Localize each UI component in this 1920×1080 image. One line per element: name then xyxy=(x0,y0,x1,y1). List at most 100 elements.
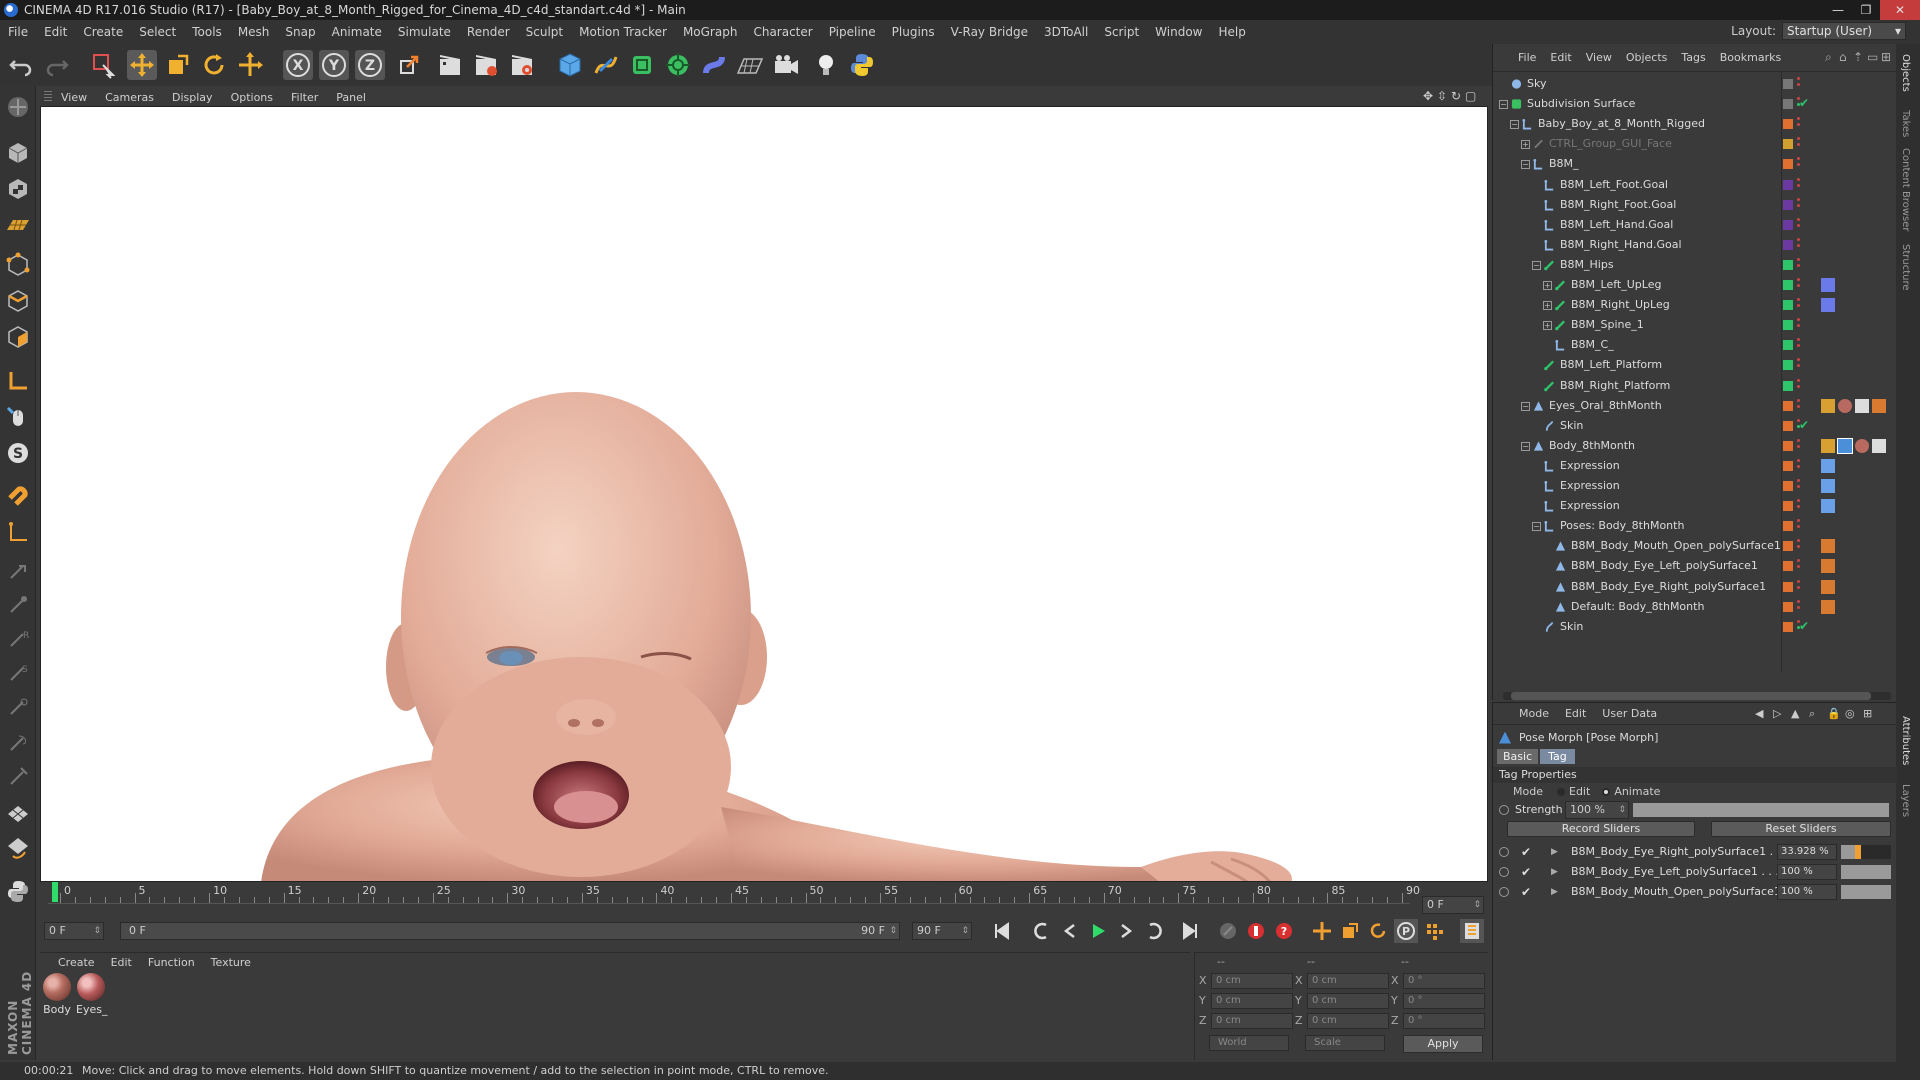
visibility-dots-icon[interactable] xyxy=(1797,358,1801,372)
morph-slider-row[interactable]: ✔ ▶ B8M_Body_Eye_Left_polySurface1 . . . .… xyxy=(1493,863,1897,881)
ik-tag-icon[interactable] xyxy=(1821,298,1835,313)
search-icon[interactable]: ⌕ xyxy=(1809,707,1815,721)
menu-select[interactable]: Select xyxy=(131,25,184,39)
menu-create[interactable]: Create xyxy=(75,25,131,39)
expand-toggle-icon[interactable]: − xyxy=(1521,401,1530,411)
tab-objects[interactable]: Objects xyxy=(1900,54,1911,92)
end-frame-field[interactable]: 90 F xyxy=(912,922,972,940)
mesh-select-icon[interactable] xyxy=(3,798,33,828)
live-selection-icon[interactable] xyxy=(88,50,118,80)
xpresso-tag-icon[interactable] xyxy=(1821,458,1835,473)
layer-color-swatch[interactable] xyxy=(1783,420,1793,431)
visibility-dots-icon[interactable] xyxy=(1797,378,1801,393)
object-row[interactable]: B8M_Body_Eye_Right_polySurface1 xyxy=(1493,577,1897,597)
key-position-icon[interactable] xyxy=(1310,919,1334,943)
layer-color-swatch[interactable] xyxy=(1783,541,1793,552)
layer-color-swatch[interactable] xyxy=(1783,481,1793,491)
panel-grip-icon[interactable] xyxy=(44,91,52,103)
object-row[interactable]: − Baby_Boy_at_8_Month_Rigged xyxy=(1493,114,1897,134)
next-key-icon[interactable] xyxy=(1142,919,1166,943)
expand-toggle-icon[interactable]: − xyxy=(1532,260,1541,270)
strength-animate-icon[interactable] xyxy=(1499,805,1509,815)
make-editable-icon[interactable] xyxy=(3,92,33,122)
ik-tag-icon[interactable] xyxy=(1821,278,1835,292)
visibility-dots-icon[interactable] xyxy=(1797,479,1801,493)
expand-toggle-icon[interactable]: + xyxy=(1543,321,1552,331)
brush-tool-6-icon[interactable] xyxy=(3,728,33,758)
mode-edit-radio[interactable] xyxy=(1557,787,1565,796)
go-to-start-icon[interactable] xyxy=(990,919,1014,943)
dock-icon[interactable]: ⊞ xyxy=(1863,707,1872,720)
visibility-dots-icon[interactable] xyxy=(1797,318,1801,332)
morph-slider-row[interactable]: ✔ ▶ B8M_Body_Mouth_Open_polySurface1 100 % xyxy=(1493,883,1897,901)
close-button[interactable]: ✕ xyxy=(1880,0,1920,20)
expand-toggle-icon[interactable]: + xyxy=(1543,301,1552,311)
z-axis-icon[interactable]: Z xyxy=(355,50,385,80)
start-frame-field[interactable]: 0 F xyxy=(44,922,104,940)
xpresso-tag-icon[interactable] xyxy=(1821,479,1835,493)
viewport-rotate-icon[interactable]: ↻ xyxy=(1451,89,1461,103)
object-row[interactable]: − B8M_Hips xyxy=(1493,255,1897,275)
material-tag-icon[interactable] xyxy=(1838,398,1852,413)
menu-3dtoall[interactable]: 3DToAll xyxy=(1036,25,1096,39)
visibility-dots-icon[interactable] xyxy=(1797,458,1801,473)
visibility-dots-icon[interactable] xyxy=(1797,559,1801,573)
menu-file[interactable]: File xyxy=(0,25,36,39)
object-row[interactable]: + CTRL_Group_GUI_Face xyxy=(1493,134,1897,154)
new-manager-icon[interactable]: ◎ xyxy=(1845,707,1855,720)
material-menu-create[interactable]: Create xyxy=(50,956,103,969)
layer-color-swatch[interactable] xyxy=(1783,340,1793,351)
menu-pipeline[interactable]: Pipeline xyxy=(821,25,884,39)
up-arrow-icon[interactable]: ▲ xyxy=(1791,707,1799,720)
object-row[interactable]: + B8M_Right_UpLeg xyxy=(1493,295,1897,315)
object-row[interactable]: − Eyes_Oral_8thMonth xyxy=(1493,396,1897,416)
deformer-icon[interactable] xyxy=(699,50,729,80)
layer-color-swatch[interactable] xyxy=(1783,460,1793,471)
layer-color-swatch[interactable] xyxy=(1783,501,1793,512)
pose-morph-tag-icon[interactable] xyxy=(1821,599,1835,614)
check-icon[interactable]: ✔ xyxy=(1799,619,1813,633)
objects-menu-file[interactable]: File xyxy=(1511,51,1543,64)
menu-character[interactable]: Character xyxy=(745,25,820,39)
tab-structure[interactable]: Structure xyxy=(1900,244,1911,291)
xpresso-tag-icon[interactable] xyxy=(1821,499,1835,514)
attributes-menu-edit[interactable]: Edit xyxy=(1557,707,1594,720)
layer-color-swatch[interactable] xyxy=(1783,259,1793,270)
layer-color-swatch[interactable] xyxy=(1783,320,1793,331)
visibility-dots-icon[interactable] xyxy=(1797,137,1801,151)
mesh-gradient-icon[interactable] xyxy=(3,832,33,862)
expand-toggle-icon[interactable]: + xyxy=(1543,281,1552,290)
visibility-dots-icon[interactable] xyxy=(1797,398,1801,413)
back-arrow-icon[interactable]: ◀ xyxy=(1755,707,1763,720)
record-keys-disabled-icon[interactable] xyxy=(1216,919,1240,943)
undo-icon[interactable] xyxy=(6,50,36,80)
morph-expand-icon[interactable]: ▶ xyxy=(1551,843,1558,861)
morph-strength-slider[interactable] xyxy=(1841,845,1891,859)
render-settings-icon[interactable] xyxy=(507,50,537,80)
layer-color-swatch[interactable] xyxy=(1783,360,1793,371)
horizontal-scrollbar[interactable] xyxy=(1503,692,1891,700)
record-active-objects-icon[interactable] xyxy=(1244,919,1268,943)
menu-animate[interactable]: Animate xyxy=(324,25,390,39)
menu-tools[interactable]: Tools xyxy=(184,25,230,39)
tab-layers[interactable]: Layers xyxy=(1900,784,1911,817)
object-row[interactable]: − Body_8thMonth xyxy=(1493,436,1897,456)
playhead[interactable] xyxy=(52,882,58,902)
timeline-ruler[interactable]: 0 5 10 15 20 25 30 35 40 45 50 55 60 65 70 75 80 85 90 xyxy=(48,882,1420,904)
camera-icon[interactable] xyxy=(771,50,801,80)
expand-toggle-icon[interactable]: − xyxy=(1499,100,1508,110)
menu-snap[interactable]: Snap xyxy=(277,25,323,39)
layer-color-swatch[interactable] xyxy=(1783,99,1793,110)
object-row[interactable]: Expression xyxy=(1493,476,1897,496)
objects-menu-edit[interactable]: Edit xyxy=(1543,51,1578,64)
light-icon[interactable] xyxy=(811,50,841,80)
material-menu-edit[interactable]: Edit xyxy=(103,956,140,969)
morph-strength-slider[interactable] xyxy=(1841,885,1891,899)
layout-dropdown[interactable]: Startup (User) xyxy=(1782,22,1906,40)
object-row[interactable]: − Subdivision Surface ✔ xyxy=(1493,94,1897,114)
visibility-dots-icon[interactable] xyxy=(1797,579,1801,594)
play-icon[interactable] xyxy=(1086,919,1110,943)
apply-button[interactable]: Apply xyxy=(1403,1035,1483,1053)
tab-takes[interactable]: Takes xyxy=(1900,110,1911,137)
render-view-icon[interactable] xyxy=(435,50,465,80)
